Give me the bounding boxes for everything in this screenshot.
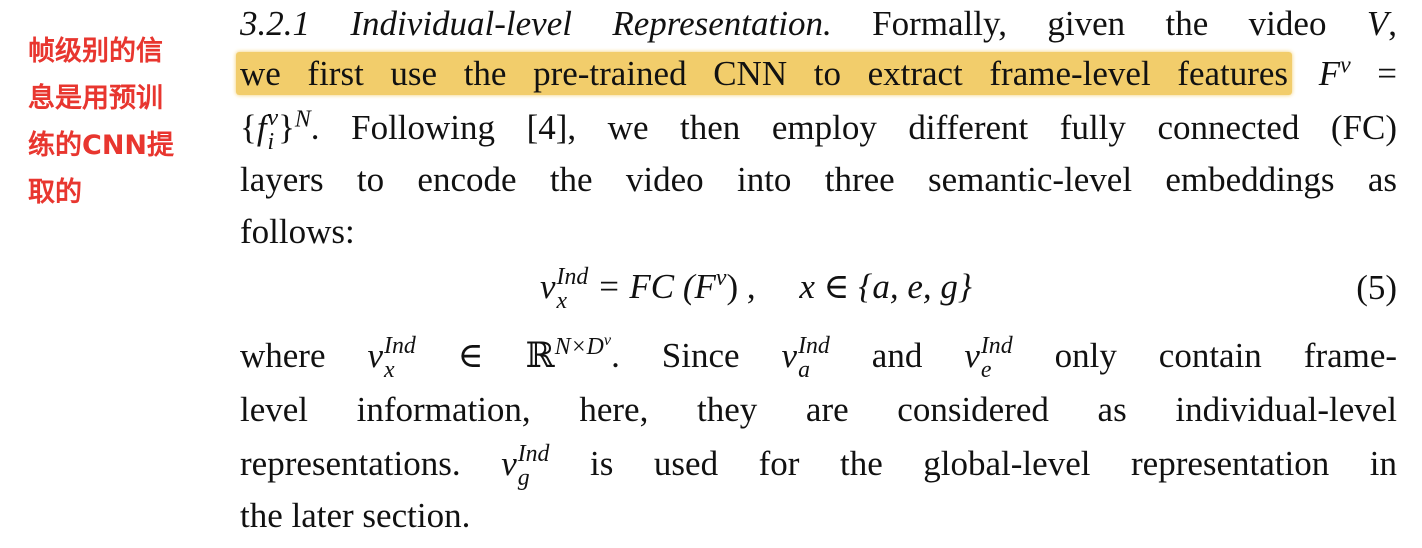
math-symbol: V — [1366, 4, 1389, 43]
math-sup: Ind — [384, 333, 416, 360]
paragraph-line: {f v i}N. Following [4], we then employ di… — [240, 105, 1397, 155]
margin-annotation: 帧级别的信 息是用预训 练的CNN提 取的 — [28, 28, 208, 216]
math-symbol: v — [367, 336, 384, 375]
equation-5: v Ind x = FC (Fv) , x ∈ {a, e, g} (5) — [240, 258, 1397, 318]
annotation-line: 取的 — [28, 177, 82, 208]
text: and — [871, 336, 923, 375]
paragraph-line: level information, here, they are consid… — [240, 390, 1397, 429]
math-sup: N×D — [554, 334, 604, 361]
text: Formally, given the video — [872, 4, 1327, 43]
paragraph-line: the later section. — [240, 496, 471, 535]
paragraph-line: 3.2.1 Individual-level Representation. F… — [240, 4, 1397, 43]
math-symbol: v — [781, 336, 798, 375]
highlighted-text: we first use the pre-trained CNN to extr… — [236, 52, 1293, 95]
text: . Since — [611, 336, 740, 375]
math-symbol: F — [1318, 54, 1341, 93]
section-number: 3.2.1 — [240, 4, 310, 43]
math-sup: v — [603, 332, 612, 350]
annotation-line: 息是用预训 — [28, 83, 163, 114]
math-sup: Ind — [517, 441, 550, 468]
math-sub: e — [980, 356, 992, 383]
math-expr: x ∈ {a, e, g} — [799, 266, 972, 306]
math-sub: x — [556, 287, 568, 314]
annotation-line: 帧级别的信 — [28, 36, 163, 67]
math-sub: a — [798, 356, 810, 383]
math-expr: ) , — [726, 266, 756, 306]
text: ∈ ℝ — [457, 336, 555, 375]
section-title: Individual-level Representation. — [350, 4, 832, 43]
math-sup: Ind — [980, 333, 1013, 360]
math-sub: g — [517, 464, 530, 491]
paragraph-line: representations. v Ind g is used for the g… — [240, 442, 1397, 491]
paragraph-line: where v Ind x ∈ ℝN×Dv. Since v Ind a and v In… — [240, 332, 1398, 383]
text: . Following [4], we then employ differen… — [310, 108, 1397, 147]
text: representations. — [240, 444, 461, 483]
text: = — [1377, 54, 1398, 93]
math-symbol: f — [256, 108, 267, 147]
paragraph-line: follows: — [240, 212, 355, 251]
equation-number: (5) — [1356, 268, 1397, 307]
math-symbol: v — [1340, 52, 1351, 79]
text: where — [240, 336, 326, 375]
math-sup: v — [715, 265, 727, 292]
text: is used for the global-level representat… — [590, 444, 1398, 483]
paragraph-line: layers to encode the video into three se… — [240, 160, 1397, 199]
math-symbol: v — [964, 336, 980, 375]
math-expr: = FC (F — [588, 266, 716, 306]
math-symbol: v — [540, 266, 556, 306]
math-sup: N — [294, 106, 311, 133]
math-sup: Ind — [556, 264, 589, 290]
annotation-line: 练的CNN提 — [28, 130, 175, 161]
math-sup: Ind — [798, 333, 830, 360]
math-sub: i — [267, 128, 275, 155]
paragraph-line: we first use the pre-trained CNN to extr… — [236, 52, 1398, 96]
math-sub: x — [384, 356, 395, 383]
math-symbol: v — [501, 444, 517, 483]
text: only contain frame- — [1054, 336, 1398, 375]
math-sup: v — [267, 105, 279, 132]
